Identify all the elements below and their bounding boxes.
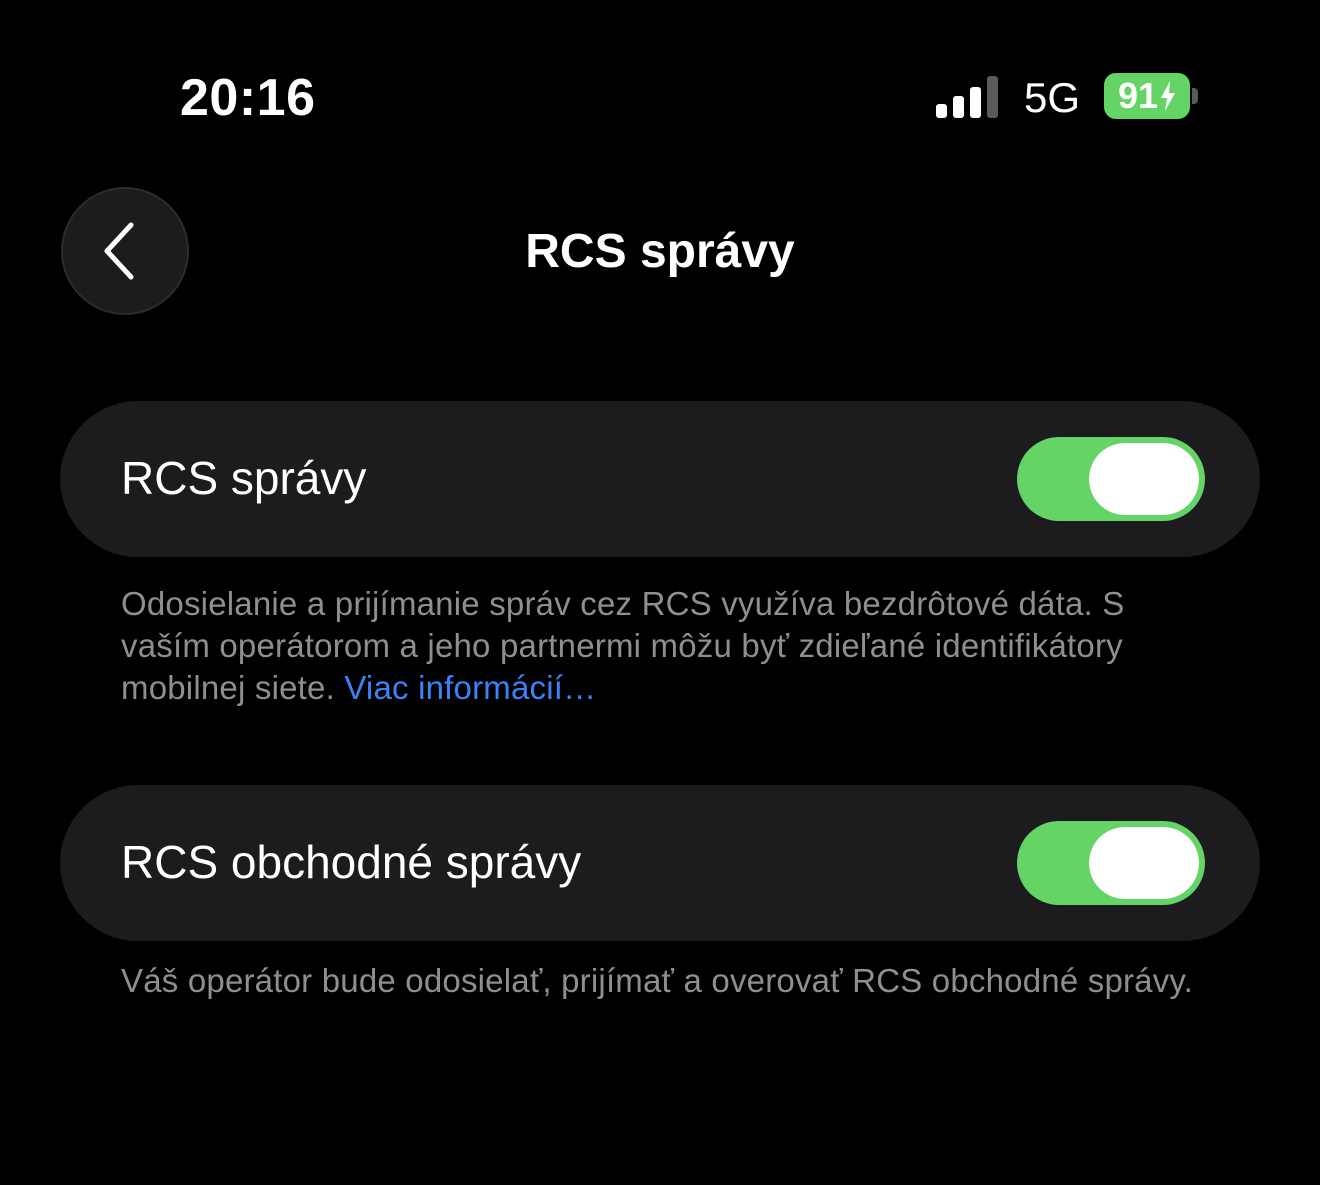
toggle-knob [1089,443,1199,515]
status-time: 20:16 [180,69,316,127]
rcs-messages-footer: Odosielanie a prijímanie správ cez RCS v… [121,583,1201,709]
setting-row-rcs-business-messages: RCS obchodné správy [60,785,1260,941]
toggle-knob [1089,827,1199,899]
battery-icon: 91 [1104,73,1190,119]
battery-level: 91 [1117,75,1159,116]
rcs-business-messages-toggle[interactable] [1017,821,1205,905]
network-type: 5G [1024,74,1081,121]
rcs-messages-toggle[interactable] [1017,437,1205,521]
setting-row-rcs-messages: RCS správy [60,401,1260,557]
page-title: RCS správy [525,225,795,278]
more-info-link[interactable]: Viac informácií… [344,669,596,706]
battery-cap [1192,88,1198,104]
rcs-business-messages-footer: Váš operátor bude odosielať, prijímať a … [121,962,1194,999]
charging-bolt-icon [1161,81,1176,111]
rcs-business-messages-label: RCS obchodné správy [121,836,582,888]
rcs-messages-label: RCS správy [121,452,367,504]
cellular-signal-icon [936,76,1002,118]
rcs-messages-footer-text: Odosielanie a prijímanie správ cez RCS v… [121,585,1125,706]
